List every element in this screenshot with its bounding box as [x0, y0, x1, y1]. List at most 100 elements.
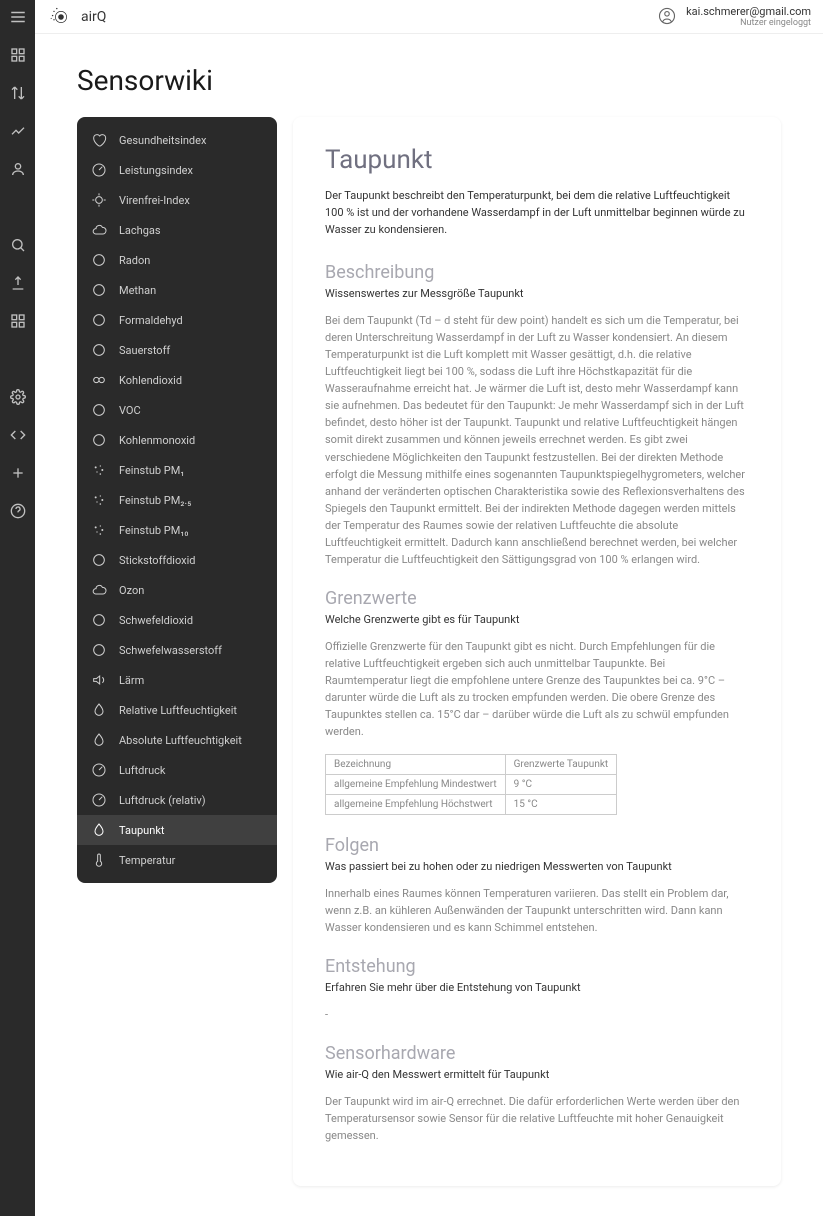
- td: allgemeine Empfehlung Mindestwert: [326, 775, 506, 795]
- drop-icon: [91, 732, 107, 748]
- sidebar-item-label: Gesundheitsindex: [119, 134, 206, 147]
- drop-icon: [91, 702, 107, 718]
- page-title: Sensorwiki: [77, 64, 781, 97]
- sidebar-item-label: Lachgas: [119, 224, 161, 237]
- sidebar-item-label: Leistungsindex: [119, 164, 193, 177]
- sidebar-item-label: Schwefeldioxid: [119, 614, 193, 627]
- user-status: Nutzer eingeloggt: [686, 18, 811, 29]
- user-icon[interactable]: [9, 160, 27, 178]
- sidebar-item-label: Ozon: [119, 584, 144, 597]
- sidebar-item[interactable]: Leistungsindex: [77, 155, 277, 185]
- sidebar-item[interactable]: Ozon: [77, 575, 277, 605]
- circle-icon: [91, 432, 107, 448]
- section-heading: Beschreibung: [325, 262, 749, 283]
- section-sub: Was passiert bei zu hohen oder zu niedri…: [325, 860, 749, 873]
- cloud-icon: [91, 582, 107, 598]
- th: Grenzwerte Taupunkt: [505, 755, 617, 775]
- circle-icon: [91, 252, 107, 268]
- sidebar-item-label: Feinstub PM₂.₅: [119, 494, 191, 507]
- sidebar-item[interactable]: Stickstoffdioxid: [77, 545, 277, 575]
- article: Taupunkt Der Taupunkt beschreibt den Tem…: [293, 117, 781, 1186]
- sidebar-item[interactable]: VOC: [77, 395, 277, 425]
- sensor-sidebar: Gesundheitsindex Leistungsindex Virenfrei-…: [77, 117, 277, 883]
- heart-icon: [91, 132, 107, 148]
- sidebar-item[interactable]: Absolute Luftfeuchtigkeit: [77, 725, 277, 755]
- sidebar-item[interactable]: Luftdruck (relativ): [77, 785, 277, 815]
- sidebar-item-label: Formaldehyd: [119, 314, 183, 327]
- sidebar-item[interactable]: Taupunkt: [77, 815, 277, 845]
- circle-icon: [91, 312, 107, 328]
- sidebar-item[interactable]: Temperatur: [77, 845, 277, 875]
- avatar-icon[interactable]: [658, 7, 676, 25]
- thermo-icon: [91, 852, 107, 868]
- sidebar-item-label: Luftdruck: [119, 764, 166, 777]
- circle-icon: [91, 402, 107, 418]
- sidebar-item[interactable]: Gesundheitsindex: [77, 125, 277, 155]
- apps-icon[interactable]: [9, 312, 27, 330]
- sidebar-item-label: Relative Luftfeuchtigkeit: [119, 704, 237, 717]
- sidebar-item[interactable]: Lärm: [77, 665, 277, 695]
- help-icon[interactable]: [9, 502, 27, 520]
- sidebar-item[interactable]: Feinstub PM₂.₅: [77, 485, 277, 515]
- sidebar-item[interactable]: Radon: [77, 245, 277, 275]
- circle-icon: [91, 282, 107, 298]
- virus-icon: [91, 192, 107, 208]
- sidebar-item-label: Luftdruck (relativ): [119, 794, 206, 807]
- sidebar-item[interactable]: Feinstub PM₁₀: [77, 515, 277, 545]
- chart-icon[interactable]: [9, 122, 27, 140]
- sidebar-item-label: Feinstub PM₁: [119, 464, 184, 477]
- sidebar-item-label: Virenfrei-Index: [119, 194, 190, 207]
- sidebar-item[interactable]: Relative Luftfeuchtigkeit: [77, 695, 277, 725]
- sidebar-item[interactable]: Lachgas: [77, 215, 277, 245]
- plus-icon[interactable]: [9, 464, 27, 482]
- sound-icon: [91, 672, 107, 688]
- sidebar-item[interactable]: Methan: [77, 275, 277, 305]
- circle-icon: [91, 642, 107, 658]
- sidebar-item-label: Kohlendioxid: [119, 374, 182, 387]
- sidebar-item-label: Schwefelwasserstoff: [119, 644, 222, 657]
- circle-icon: [91, 552, 107, 568]
- sidebar-item-label: Radon: [119, 254, 150, 267]
- settings-icon[interactable]: [9, 388, 27, 406]
- brand-text: airQ: [81, 9, 106, 25]
- upload-icon[interactable]: [9, 274, 27, 292]
- cloud-icon: [91, 222, 107, 238]
- gauge-icon: [91, 162, 107, 178]
- sidebar-item-label: Sauerstoff: [119, 344, 170, 357]
- dust-icon: [91, 462, 107, 478]
- sidebar-item[interactable]: Sauerstoff: [77, 335, 277, 365]
- swap-icon[interactable]: [9, 84, 27, 102]
- sidebar-item[interactable]: Kohlenmonoxid: [77, 425, 277, 455]
- sidebar-item-label: Taupunkt: [119, 824, 165, 837]
- icon-rail: [0, 0, 35, 1216]
- gauge-icon: [91, 762, 107, 778]
- sidebar-item[interactable]: Schwefelwasserstoff: [77, 635, 277, 665]
- search-icon[interactable]: [9, 236, 27, 254]
- topbar: airQ kai.schmerer@gmail.com Nutzer einge…: [35, 0, 823, 34]
- sidebar-item-label: VOC: [119, 404, 141, 417]
- sidebar-item[interactable]: Kohlendioxid: [77, 365, 277, 395]
- gauge-icon: [91, 792, 107, 808]
- section-text: -: [325, 1006, 749, 1023]
- logo-icon: [47, 3, 75, 31]
- dust-icon: [91, 492, 107, 508]
- article-title: Taupunkt: [325, 145, 749, 175]
- section-heading: Entstehung: [325, 956, 749, 977]
- menu-icon[interactable]: [9, 8, 27, 26]
- sidebar-item[interactable]: Formaldehyd: [77, 305, 277, 335]
- co2-icon: [91, 372, 107, 388]
- sidebar-item[interactable]: Luftdruck: [77, 755, 277, 785]
- section-text: Offizielle Grenzwerte für den Taupunkt g…: [325, 638, 749, 740]
- sidebar-item[interactable]: Virenfrei-Index: [77, 185, 277, 215]
- sidebar-item-label: Temperatur: [119, 854, 175, 867]
- section-sub: Wie air-Q den Messwert ermittelt für Tau…: [325, 1068, 749, 1081]
- section-sub: Erfahren Sie mehr über die Entstehung vo…: [325, 981, 749, 994]
- article-intro: Der Taupunkt beschreibt den Temperaturpu…: [325, 187, 749, 238]
- sidebar-item[interactable]: Feinstub PM₁: [77, 455, 277, 485]
- section-heading: Grenzwerte: [325, 588, 749, 609]
- section-sub: Wissenswertes zur Messgröße Taupunkt: [325, 287, 749, 300]
- code-icon[interactable]: [9, 426, 27, 444]
- sidebar-item[interactable]: Schwefeldioxid: [77, 605, 277, 635]
- logo[interactable]: airQ: [47, 3, 106, 31]
- grid-icon[interactable]: [9, 46, 27, 64]
